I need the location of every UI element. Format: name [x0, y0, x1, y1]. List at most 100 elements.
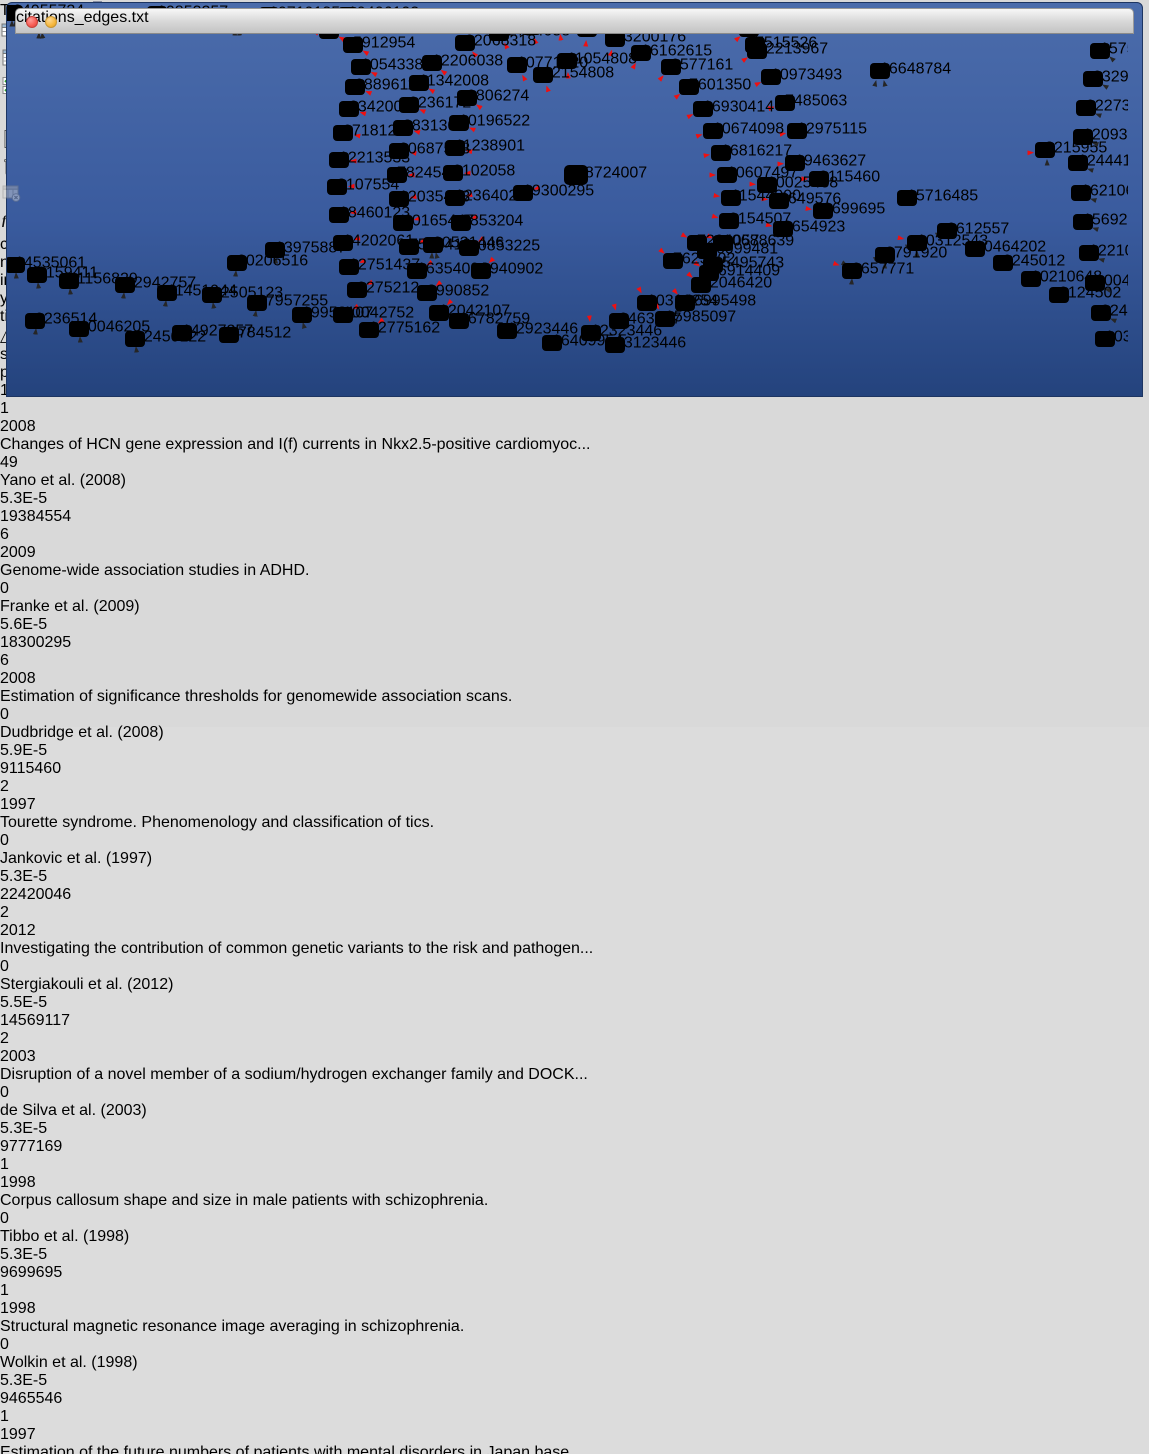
graph-node[interactable]: 10674098 [703, 121, 784, 140]
cell-title[interactable]: Disruption of a novel member of a sodium… [0, 1066, 1149, 1084]
graph-node[interactable]: 9940902 [471, 261, 543, 280]
graph-node[interactable]: 20531446 [423, 235, 504, 254]
graph-node[interactable]: 9654923 [773, 219, 845, 238]
cell-short[interactable]: de Silva et al. (2003) [0, 1102, 1149, 1120]
graph-hub-node[interactable]: 18724007 [564, 165, 647, 186]
cell-title[interactable]: Changes of HCN gene expression and I(f) … [0, 436, 1149, 454]
cell-year[interactable]: 1997 [0, 1426, 1149, 1444]
cell-pagerank[interactable]: 5.3E-5 [0, 1246, 1149, 1264]
cell-in-degree[interactable]: 2 [0, 778, 1149, 796]
graph-node[interactable]: 10046320 [1085, 273, 1128, 292]
cell-out-de-[interactable]: 49 [0, 454, 1149, 472]
graph-node[interactable]: 16914409 [699, 263, 780, 282]
cell-year[interactable]: 2008 [0, 418, 1149, 436]
graph-node[interactable]: 9102058 [443, 163, 515, 182]
graph-node[interactable]: 10196522 [449, 113, 530, 132]
cell-year[interactable]: 1997 [0, 796, 1149, 814]
cell-in-degree[interactable]: 6 [0, 652, 1149, 670]
cell-out-de-[interactable]: 0 [0, 1210, 1149, 1228]
graph-node[interactable]: 9275212 [347, 280, 419, 299]
graph-node[interactable]: 9245019 [1091, 303, 1128, 322]
cell-out-de-[interactable]: 0 [0, 958, 1149, 976]
graph-node[interactable]: 11054808 [557, 51, 637, 70]
graph-node[interactable]: 9227343 [1076, 98, 1128, 117]
graph-node[interactable]: 9577161 [661, 57, 733, 76]
cell-out-de-[interactable]: 0 [0, 580, 1149, 598]
cell-in-degree[interactable]: 1 [0, 400, 1149, 418]
cell-title[interactable]: Corpus callosum shape and size in male p… [0, 1192, 1149, 1210]
cell-year[interactable]: 1998 [0, 1174, 1149, 1192]
network-graph-svg[interactable]: 2405572413055723206914061085532510853257… [7, 3, 1128, 356]
cell-out-de-[interactable]: 0 [0, 832, 1149, 850]
graph-node[interactable]: 12775162 [359, 320, 440, 339]
graph-node[interactable]: 12975115 [787, 121, 867, 140]
graph-node[interactable]: 7515526 [745, 35, 817, 54]
cell-out-de-[interactable]: 0 [0, 1336, 1149, 1354]
cell-short[interactable]: Stergiakouli et al. (2012) [0, 976, 1149, 994]
cell-pagerank[interactable]: 5.3E-5 [0, 868, 1149, 886]
cell-pagerank[interactable]: 5.6E-5 [0, 616, 1149, 634]
table-row[interactable]: 911546021997Tourette syndrome. Phenomeno… [0, 760, 1149, 886]
cell-in-degree[interactable]: 1 [0, 1282, 1149, 1300]
cell-name[interactable]: 22420046 [0, 886, 1149, 904]
graph-node[interactable]: 9657771 [842, 261, 914, 280]
table-row[interactable]: 1872400712008Changes of HCN gene express… [0, 382, 1149, 508]
cell-pagerank[interactable]: 5.3E-5 [0, 1372, 1149, 1390]
table-row[interactable]: 1938455462009Genome-wide association stu… [0, 508, 1149, 634]
table-row[interactable]: 969969511998Structural magnetic resonanc… [0, 1264, 1149, 1390]
cell-title[interactable]: Tourette syndrome. Phenomenology and cla… [0, 814, 1149, 832]
graph-node[interactable]: 15692971 [1073, 212, 1128, 231]
graph-node[interactable]: 13975887 [265, 240, 346, 259]
graph-node[interactable]: 12210649 [1079, 243, 1128, 262]
cell-title[interactable]: Estimation of the future numbers of pati… [0, 1444, 1149, 1454]
graph-node[interactable]: 7485063 [775, 93, 847, 112]
cell-year[interactable]: 2012 [0, 922, 1149, 940]
table-row[interactable]: 977716911998Corpus callosum shape and si… [0, 1138, 1149, 1264]
cell-year[interactable]: 2003 [0, 1048, 1149, 1066]
graph-node[interactable]: 12206038 [422, 53, 503, 72]
graph-node[interactable]: 15716485 [897, 188, 978, 207]
cell-in-degree[interactable]: 2 [0, 1030, 1149, 1048]
graph-node[interactable]: 9853204 [451, 213, 523, 232]
table-row[interactable]: 1456911722003Disruption of a novel membe… [0, 1012, 1149, 1138]
cell-name[interactable]: 14569117 [0, 1012, 1149, 1030]
cell-name[interactable]: 9115460 [0, 760, 1149, 778]
graph-node[interactable]: 16816217 [711, 143, 792, 162]
cell-name[interactable]: 18300295 [0, 634, 1149, 652]
network-canvas[interactable]: 2405572413055723206914061085532510853257… [7, 3, 1142, 361]
cell-short[interactable]: Yano et al. (2008) [0, 472, 1149, 490]
graph-node[interactable]: 12444151 [1068, 153, 1128, 172]
graph-node[interactable]: 9115460 [809, 169, 880, 188]
graph-node[interactable]: 12093872 [1073, 127, 1128, 146]
cell-name[interactable]: 19384554 [0, 508, 1149, 526]
graph-node[interactable]: 10973493 [761, 67, 842, 86]
cell-name[interactable]: 9699695 [0, 1264, 1149, 1282]
cell-out-de-[interactable]: 0 [0, 706, 1149, 724]
graph-node[interactable]: 16930414 [693, 99, 774, 118]
cell-in-degree[interactable]: 6 [0, 526, 1149, 544]
cell-pagerank[interactable]: 5.3E-5 [0, 1120, 1149, 1138]
table-row[interactable]: 946554611997Estimation of the future num… [0, 1390, 1149, 1454]
cell-out-de-[interactable]: 0 [0, 1084, 1149, 1102]
cell-pagerank[interactable]: 5.9E-5 [0, 742, 1149, 760]
cell-short[interactable]: Franke et al. (2009) [0, 598, 1149, 616]
cell-year[interactable]: 2009 [0, 544, 1149, 562]
graph-node[interactable]: 9329966 [1083, 69, 1128, 88]
close-window-button[interactable] [26, 16, 38, 28]
graph-node[interactable]: 9784512 [219, 325, 291, 344]
graph-node[interactable]: 13123446 [605, 335, 686, 354]
zoom-window-button[interactable] [64, 16, 76, 28]
cell-in-degree[interactable]: 2 [0, 904, 1149, 922]
graph-node[interactable]: 19958107 [292, 305, 373, 324]
cell-name[interactable]: 9777169 [0, 1138, 1149, 1156]
graph-node[interactable]: 9889611 [345, 77, 416, 96]
cell-pagerank[interactable]: 5.3E-5 [0, 490, 1149, 508]
cell-in-degree[interactable]: 1 [0, 1408, 1149, 1426]
graph-node[interactable]: 7601350 [679, 77, 751, 96]
table-row[interactable]: 2242004622012Investigating the contribut… [0, 886, 1149, 1012]
graph-node[interactable]: 10312550 [1095, 329, 1128, 348]
graph-node[interactable]: 8990852 [417, 283, 489, 302]
cell-year[interactable]: 2008 [0, 670, 1149, 688]
graph-node[interactable]: 11238901 [445, 138, 525, 157]
graph-node[interactable]: 15751074 [1090, 41, 1128, 60]
